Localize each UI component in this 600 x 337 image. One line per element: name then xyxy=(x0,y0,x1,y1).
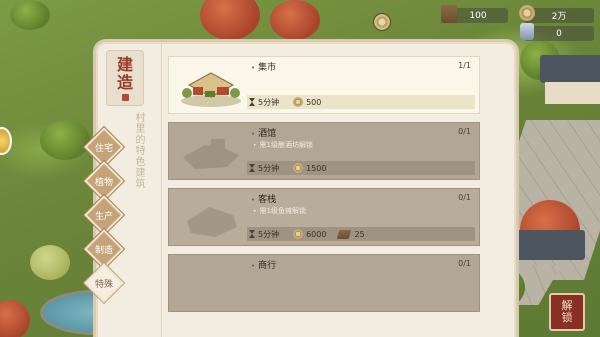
wood-value: 100 xyxy=(469,10,487,21)
unlock-requirement: 需1级酿酒坊解锁 xyxy=(253,140,313,150)
coin-icon xyxy=(293,229,304,239)
building-count: 0/1 xyxy=(458,259,471,268)
building-count: 1/1 xyxy=(458,61,471,70)
house-roof xyxy=(505,230,585,260)
gem-value: 0 xyxy=(556,28,562,39)
coin-cost: 1500 xyxy=(306,163,327,173)
coin-cost: 500 xyxy=(306,97,322,107)
coin-icon xyxy=(519,5,535,21)
maple-tree xyxy=(200,0,260,40)
building-card-trading-house[interactable]: 商行 0/1 xyxy=(168,254,480,312)
unlock-char: 锁 xyxy=(561,311,573,324)
panel-title: 建 造 xyxy=(106,50,144,106)
tab-label: 生产 xyxy=(94,211,113,222)
building-name: 客栈 xyxy=(251,192,276,205)
building-count: 0/1 xyxy=(458,127,471,136)
build-panel: 建 造 村里的特色建筑 住宅 植物 生产 制造 特殊 集市 1 xyxy=(95,42,516,337)
maple-tree xyxy=(270,0,320,40)
coin-icon xyxy=(293,163,304,173)
wood-icon xyxy=(441,5,457,23)
build-time: 5分钟 xyxy=(258,97,280,107)
building-card-tavern[interactable]: 酒馆 0/1 需1级酿酒坊解锁 5分钟 1500 xyxy=(168,122,480,180)
cost-bar: 5分钟 6000 25 xyxy=(247,227,475,241)
inn-silhouette xyxy=(187,207,237,237)
house-wall xyxy=(545,82,600,104)
gem-counter: 0 xyxy=(524,26,594,41)
unlock-button[interactable]: 解 锁 xyxy=(549,293,585,331)
building-list[interactable]: 集市 1/1 5分钟 500 酒馆 0/1 需1级酿酒坊解锁 5分钟 1500 xyxy=(168,56,480,337)
tab-production[interactable]: 生产 xyxy=(87,198,121,232)
building-card-inn[interactable]: 客栈 0/1 需1级鱼摊解锁 5分钟 6000 25 xyxy=(168,188,480,246)
tab-label: 特殊 xyxy=(94,279,113,290)
tree xyxy=(40,120,90,160)
cost-bar: 5分钟 1500 xyxy=(247,161,475,175)
building-name: 集市 xyxy=(251,60,276,73)
tavern-silhouette xyxy=(183,139,239,169)
cost-bar: 5分钟 500 xyxy=(247,95,475,109)
panel-header-column: 建 造 村里的特色建筑 住宅 植物 生产 制造 特殊 xyxy=(95,44,162,337)
hourglass-icon xyxy=(249,164,255,172)
coin-icon xyxy=(293,97,304,107)
seal-icon xyxy=(121,93,129,101)
tab-label: 制造 xyxy=(94,245,113,256)
unlock-requirement: 需1级鱼摊解锁 xyxy=(253,206,306,216)
building-card-market[interactable]: 集市 1/1 5分钟 500 xyxy=(168,56,480,114)
tab-plants[interactable]: 植物 xyxy=(87,164,121,198)
wood-cost: 25 xyxy=(354,229,365,239)
title-char: 建 xyxy=(116,54,133,74)
wood-counter: 100 xyxy=(448,8,508,23)
tree xyxy=(10,0,50,30)
house-roof xyxy=(540,55,600,83)
tab-label: 住宅 xyxy=(94,143,113,154)
category-tabs: 住宅 植物 生产 制造 特殊 xyxy=(84,130,124,300)
wood-plank-icon xyxy=(337,229,352,239)
tab-housing[interactable]: 住宅 xyxy=(87,130,121,164)
tab-crafting[interactable]: 制造 xyxy=(87,232,121,266)
title-char: 造 xyxy=(116,72,133,92)
tab-special[interactable]: 特殊 xyxy=(87,266,121,300)
building-name: 酒馆 xyxy=(251,126,276,139)
build-time: 5分钟 xyxy=(258,229,280,239)
tree xyxy=(30,245,70,280)
building-name: 商行 xyxy=(251,258,276,271)
build-time: 5分钟 xyxy=(258,163,280,173)
hourglass-icon xyxy=(249,98,255,106)
panel-subtitle: 村里的特色建筑 xyxy=(133,112,144,189)
market-thumbnail xyxy=(181,72,241,107)
money-value: 2万 xyxy=(551,12,567,22)
tab-label: 植物 xyxy=(94,177,113,188)
coin-button-icon[interactable] xyxy=(373,13,391,31)
coin-cost: 6000 xyxy=(306,229,327,239)
gem-icon xyxy=(520,23,534,40)
building-count: 0/1 xyxy=(458,193,471,202)
hourglass-icon xyxy=(249,230,255,238)
maple-tree xyxy=(0,300,30,337)
